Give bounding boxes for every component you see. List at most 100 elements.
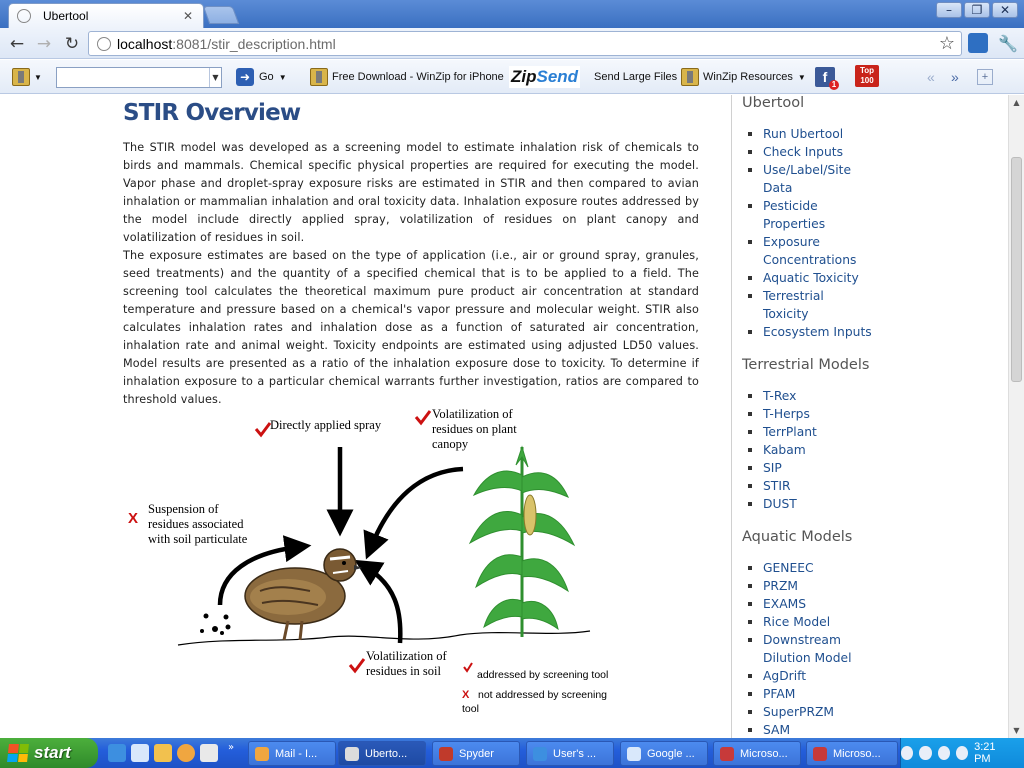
check-directly-applied [254, 422, 272, 438]
quicklaunch-more-icon[interactable]: » [228, 742, 234, 753]
tab-ubertool[interactable]: Ubertool ✕ [8, 3, 204, 28]
clock: 3:21 PM [974, 741, 996, 765]
sidebar-link[interactable]: Aquatic Toxicity [747, 269, 1004, 287]
security-icon[interactable] [955, 746, 969, 760]
taskbar-button[interactable]: Spyder [432, 741, 520, 766]
taskbar-button-label: Microso... [833, 747, 881, 760]
app-icon [813, 746, 827, 761]
restore-icon[interactable]: ❐ [964, 2, 990, 18]
winzip-resources-menu[interactable]: WinZip Resources ▼ [681, 67, 806, 87]
network-icon[interactable] [919, 746, 932, 760]
go-label: Go [259, 71, 274, 83]
sidebar-link[interactable]: EXAMS [747, 595, 1004, 613]
label-directly-applied: Directly applied spray [270, 418, 382, 432]
sidebar-link[interactable]: STIR [747, 477, 1004, 495]
taskbar-button[interactable]: Microso... [713, 741, 801, 766]
legend-not-addressed-2: tool [462, 703, 479, 715]
page-scrollbar[interactable]: ▲ ▼ [1008, 95, 1024, 738]
sidebar-link-label: Exposure Concentrations [763, 235, 857, 267]
extension-icon[interactable] [968, 33, 988, 53]
sidebar-link-label: DUST [763, 497, 797, 511]
close-window-icon[interactable]: ✕ [992, 2, 1018, 18]
sidebar-link-label: SAM [763, 723, 791, 737]
sidebar-link-label: SIP [763, 461, 782, 475]
sidebar-link-label: EXAMS [763, 597, 807, 611]
sidebar-link[interactable]: Run Ubertool [747, 125, 1004, 143]
new-tab-button[interactable] [202, 6, 240, 24]
minimize-icon[interactable]: – [936, 2, 962, 18]
zipsend-logo[interactable]: Zip Send [509, 66, 581, 88]
calc-quicklaunch-icon[interactable] [200, 744, 218, 762]
sidebar-link[interactable]: TerrPlant [747, 423, 1004, 441]
winzip-iphone-link[interactable]: Free Download - WinZip for iPhone [310, 67, 504, 87]
sidebar-link[interactable]: Rice Model [747, 613, 1004, 631]
winzip-menu-button[interactable]: ▼ [12, 67, 42, 87]
top100-button[interactable]: Top 100 [855, 65, 879, 87]
sidebar-link[interactable]: GENEEC [747, 559, 1004, 577]
winzip-toolbar: ▼ ▼ ➜ Go ▼ Free Download - WinZip for iP… [0, 60, 1024, 94]
site-info-icon[interactable] [97, 36, 111, 51]
taskbar-button[interactable]: User's ... [526, 741, 614, 766]
desktop-quicklaunch-icon[interactable] [131, 744, 149, 762]
address-bar[interactable]: localhost:8081/stir_description.html ☆ [88, 31, 962, 56]
facebook-button[interactable]: f1 [815, 67, 839, 90]
winzip-icon [310, 68, 328, 86]
sidebar-link[interactable]: SIP [747, 459, 1004, 477]
send-large-files-link[interactable]: Send Large Files [594, 67, 677, 87]
sidebar-link[interactable]: T-Rex [747, 387, 1004, 405]
check-legend [463, 662, 473, 673]
sidebar-link[interactable]: SuperPRZM [747, 703, 1004, 721]
reload-icon[interactable]: ↻ [61, 33, 83, 55]
taskbar-button[interactable]: Mail - I... [248, 741, 336, 766]
toolbar-scroll-right-icon[interactable]: » [951, 67, 959, 87]
go-button[interactable]: ➜ Go ▼ [236, 67, 287, 87]
folder-quicklaunch-icon[interactable] [154, 744, 172, 762]
forward-arrow-icon[interactable]: → [33, 33, 55, 55]
sidebar-link[interactable]: AgDrift [747, 667, 1004, 685]
taskbar-button-label: User's ... [553, 747, 597, 760]
scroll-down-icon[interactable]: ▼ [1009, 723, 1024, 738]
volume-icon[interactable] [937, 746, 950, 760]
window-controls: – ❐ ✕ [936, 2, 1018, 18]
tab-close-icon[interactable]: ✕ [181, 9, 195, 23]
sidebar-link[interactable]: Use/Label/Site Data [747, 161, 1004, 197]
legend-addressed: addressed by screening tool [477, 669, 609, 681]
taskbar-button[interactable]: Microso... [806, 741, 898, 766]
sidebar-link[interactable]: PFAM [747, 685, 1004, 703]
sidebar-link[interactable]: Check Inputs [747, 143, 1004, 161]
start-button[interactable]: start [0, 738, 98, 768]
taskbar-button[interactable]: Uberto... [338, 741, 426, 766]
page-globe-icon [17, 9, 31, 23]
mail-quicklaunch-icon[interactable] [177, 744, 195, 762]
sidebar-link-label: Run Ubertool [763, 127, 844, 141]
sidebar-link[interactable]: Ecosystem Inputs [747, 323, 1004, 341]
sidebar-link[interactable]: T-Herps [747, 405, 1004, 423]
search-dropdown-icon[interactable]: ▼ [209, 68, 221, 87]
sidebar-link[interactable]: PRZM [747, 577, 1004, 595]
top100-icon: Top 100 [855, 65, 879, 87]
toolbar-add-icon[interactable]: + [977, 69, 993, 85]
sidebar-heading: Aquatic Models [742, 529, 853, 545]
back-arrow-icon[interactable]: ← [6, 33, 28, 55]
scroll-thumb[interactable] [1011, 157, 1022, 382]
ie-quicklaunch-icon[interactable] [108, 744, 126, 762]
scroll-up-icon[interactable]: ▲ [1009, 95, 1024, 110]
sidebar-link[interactable]: Pesticide Properties [747, 197, 1004, 233]
sidebar-link[interactable]: Exposure Concentrations [747, 233, 1004, 269]
bookmark-star-icon[interactable]: ☆ [939, 33, 955, 54]
sidebar-link[interactable]: Kabam [747, 441, 1004, 459]
sidebar-list: T-Rex T-Herps TerrPlant Kabam SIP STIR DUST [747, 387, 1004, 513]
toolbar-scroll-left-icon[interactable]: « [927, 67, 935, 87]
taskbar-button[interactable]: Google ... [620, 741, 708, 766]
sidebar-link-label: Kabam [763, 443, 806, 457]
toolbar-search-input[interactable]: ▼ [56, 67, 222, 88]
sidebar-link[interactable]: Downstream Dilution Model [747, 631, 1004, 667]
tray-expand-icon[interactable] [901, 746, 914, 760]
start-label: start [34, 743, 71, 762]
sidebar-link[interactable]: SAM [747, 721, 1004, 738]
sidebar-link[interactable]: DUST [747, 495, 1004, 513]
navigation-bar: ← → ↻ localhost:8081/stir_description.ht… [0, 28, 1024, 59]
sidebar-heading: Terrestrial Models [742, 357, 870, 373]
wrench-menu-icon[interactable]: 🔧 [997, 33, 1019, 55]
sidebar-link[interactable]: Terrestrial Toxicity [747, 287, 1004, 323]
